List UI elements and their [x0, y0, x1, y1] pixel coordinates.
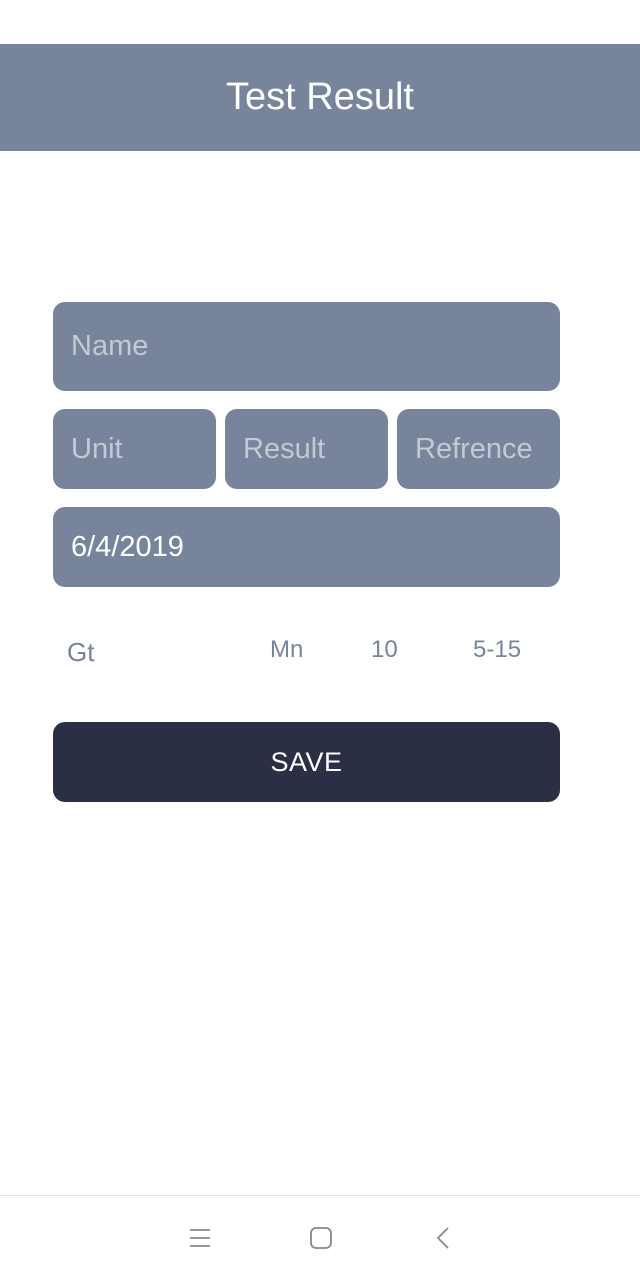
home-icon: [310, 1227, 332, 1249]
reference-input[interactable]: [415, 409, 560, 489]
name-input[interactable]: [71, 302, 560, 391]
date-field[interactable]: [53, 507, 560, 587]
menu-icon: [190, 1229, 210, 1247]
result-field[interactable]: [225, 409, 388, 489]
summary-name: Gt: [67, 637, 95, 667]
summary-unit: Mn: [270, 636, 304, 663]
nav-menu-button[interactable]: [178, 1216, 222, 1260]
name-field[interactable]: [53, 302, 560, 391]
result-input[interactable]: [243, 409, 388, 489]
navigation-bar: [0, 1195, 640, 1280]
summary-result: 10: [371, 636, 398, 663]
summary-reference: 5-15: [473, 636, 522, 663]
nav-home-button[interactable]: [299, 1216, 343, 1260]
unit-input[interactable]: [71, 409, 216, 489]
page-title: Test Result: [226, 76, 414, 118]
app-bar: Test Result: [0, 44, 640, 151]
unit-field[interactable]: [53, 409, 216, 489]
save-button[interactable]: SAVE: [53, 722, 560, 802]
date-input[interactable]: [71, 507, 560, 587]
back-icon: [436, 1227, 449, 1249]
status-bar: [0, 0, 640, 44]
reference-field[interactable]: [397, 409, 560, 489]
nav-back-button[interactable]: [422, 1216, 466, 1260]
